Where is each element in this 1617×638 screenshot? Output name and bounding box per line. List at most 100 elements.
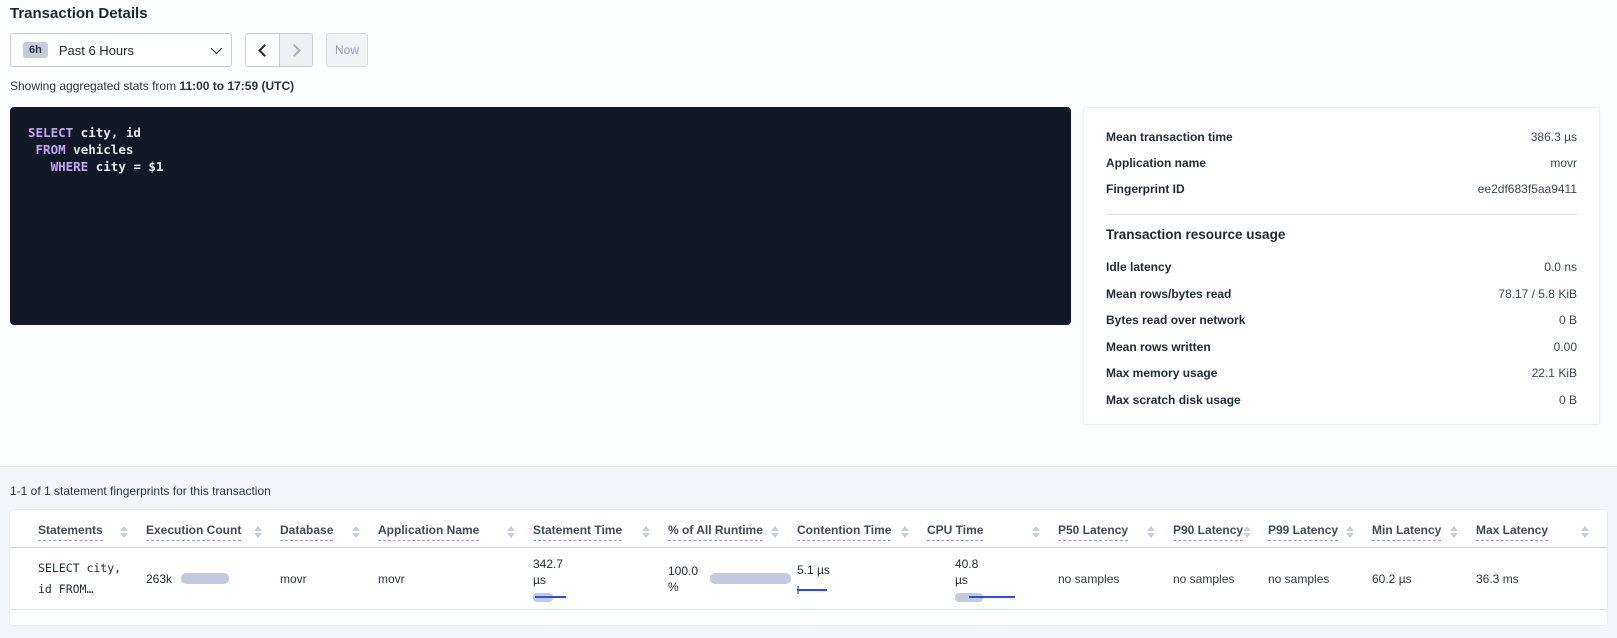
application-name-cell: movr (378, 572, 533, 586)
time-range-dropdown[interactable]: 6h Past 6 Hours (10, 33, 232, 67)
column-header-label: Min Latency (1372, 523, 1441, 541)
sort-icon[interactable] (1346, 526, 1354, 538)
detail-label: Bytes read over network (1106, 313, 1245, 327)
detail-label: Mean rows/bytes read (1106, 287, 1231, 301)
sort-icon[interactable] (507, 526, 515, 538)
sql-text: vehicles (66, 142, 134, 157)
detail-label: Idle latency (1106, 260, 1171, 274)
sql-statement-box: SELECT city, id FROM vehicles WHERE city… (10, 107, 1071, 325)
column-header-p90-latency[interactable]: P90 Latency (1173, 523, 1268, 547)
min-latency-cell: 60.2 µs (1372, 572, 1476, 586)
statement-time-bar (533, 593, 573, 602)
sort-icon[interactable] (120, 526, 128, 538)
column-header-database[interactable]: Database (280, 523, 378, 547)
column-header-pct-of-all-runtime[interactable]: % of All Runtime (668, 523, 797, 547)
sql-keyword: SELECT (28, 125, 73, 140)
transaction-details-page: Transaction Details 6h Past 6 Hours Now … (0, 0, 1617, 638)
time-controls: 6h Past 6 Hours Now (10, 33, 368, 67)
detail-value: 0.00 (1554, 340, 1577, 354)
p50-latency-cell: no samples (1058, 572, 1173, 586)
detail-value: 0 B (1559, 313, 1577, 327)
detail-row-mean-rows-bytes-read: Mean rows/bytes read 78.17 / 5.8 KiB (1106, 281, 1577, 308)
column-header-label: Application Name (378, 523, 479, 541)
max-latency-cell: 36.3 ms (1476, 572, 1607, 586)
detail-label: Fingerprint ID (1106, 182, 1185, 196)
detail-row-max-scratch-disk-usage: Max scratch disk usage 0 B (1106, 387, 1577, 414)
sort-icon[interactable] (642, 526, 650, 538)
detail-value: 0 B (1559, 393, 1577, 407)
transaction-details-card: Mean transaction time 386.3 µs Applicati… (1083, 107, 1600, 425)
sort-icon[interactable] (1243, 526, 1251, 538)
column-header-label: CPU Time (927, 523, 983, 541)
detail-value: 22.1 KiB (1532, 366, 1577, 380)
cpu-time-value: 40.8 (955, 556, 1058, 572)
sort-icon[interactable] (771, 526, 779, 538)
sql-keyword: FROM (28, 142, 66, 157)
column-header-application-name[interactable]: Application Name (378, 523, 533, 547)
sort-icon[interactable] (1147, 526, 1155, 538)
column-header-statements[interactable]: Statements (38, 523, 146, 547)
sort-icon[interactable] (901, 526, 909, 538)
aggregated-stats-caption: Showing aggregated stats from 11:00 to 1… (10, 79, 294, 93)
time-range-label: Past 6 Hours (59, 43, 200, 58)
statements-count-caption: 1-1 of 1 statement fingerprints for this… (10, 484, 271, 498)
sort-icon[interactable] (1581, 526, 1589, 538)
column-header-p99-latency[interactable]: P99 Latency (1268, 523, 1372, 547)
execution-count-bar (181, 573, 229, 584)
runtime-pct-value: 100.0 (668, 563, 698, 579)
detail-value: 78.17 / 5.8 KiB (1498, 287, 1577, 301)
previous-time-button[interactable] (246, 34, 279, 66)
sort-icon[interactable] (1450, 526, 1458, 538)
statement-link[interactable]: SELECT city, id FROM… (38, 558, 146, 600)
sort-icon[interactable] (352, 526, 360, 538)
table-header-row: Statements Execution Count Database Appl… (10, 510, 1607, 548)
column-header-label: P90 Latency (1173, 523, 1243, 541)
detail-label: Max scratch disk usage (1106, 393, 1241, 407)
column-header-max-latency[interactable]: Max Latency (1476, 523, 1607, 547)
sort-icon[interactable] (1032, 526, 1040, 538)
column-header-statement-time[interactable]: Statement Time (533, 523, 668, 547)
database-cell: movr (280, 572, 378, 586)
statement-time-cell: 342.7 µs (533, 556, 668, 602)
contention-time-cell: 5.1 µs (797, 563, 927, 594)
runtime-pct-bar (710, 573, 791, 584)
sql-text: city = $1 (88, 159, 163, 174)
top-section: Transaction Details 6h Past 6 Hours Now … (0, 0, 1617, 467)
caption-prefix: Showing aggregated stats from (10, 79, 179, 93)
column-header-min-latency[interactable]: Min Latency (1372, 523, 1476, 547)
contention-time-value: 5.1 µs (797, 563, 927, 577)
detail-row-max-memory-usage: Max memory usage 22.1 KiB (1106, 360, 1577, 387)
column-header-label: P50 Latency (1058, 523, 1128, 541)
page-title: Transaction Details (10, 5, 148, 22)
sort-icon[interactable] (254, 526, 262, 538)
column-header-cpu-time[interactable]: CPU Time (927, 523, 1058, 547)
table-row: SELECT city, id FROM… 263k movr movr 342… (10, 548, 1607, 610)
cpu-time-cell: 40.8 µs (927, 556, 1058, 602)
detail-value: movr (1550, 156, 1577, 170)
detail-row-idle-latency: Idle latency 0.0 ns (1106, 254, 1577, 281)
chevron-down-icon (211, 43, 222, 54)
detail-row-bytes-read-over-network: Bytes read over network 0 B (1106, 307, 1577, 334)
now-button[interactable]: Now (326, 33, 368, 67)
execution-count-cell: 263k (146, 572, 280, 586)
sql-text: city, id (73, 125, 141, 140)
detail-label: Mean rows written (1106, 340, 1211, 354)
pct-of-all-runtime-cell: 100.0 % (668, 563, 797, 595)
column-header-label: Max Latency (1476, 523, 1548, 541)
statement-time-unit: µs (533, 572, 668, 588)
next-time-button[interactable] (279, 34, 312, 66)
interval-badge: 6h (23, 42, 48, 58)
column-header-label: P99 Latency (1268, 523, 1338, 541)
time-nav-group (245, 33, 313, 67)
detail-label: Application name (1106, 156, 1206, 170)
column-header-p50-latency[interactable]: P50 Latency (1058, 523, 1173, 547)
column-header-label: Contention Time (797, 523, 891, 541)
sql-keyword: WHERE (28, 159, 88, 174)
chevron-left-icon (258, 44, 271, 57)
divider (1106, 214, 1577, 215)
execution-count-value: 263k (146, 572, 172, 586)
column-header-execution-count[interactable]: Execution Count (146, 523, 280, 547)
p99-latency-cell: no samples (1268, 572, 1372, 586)
column-header-label: Statement Time (533, 523, 622, 541)
column-header-contention-time[interactable]: Contention Time (797, 523, 927, 547)
